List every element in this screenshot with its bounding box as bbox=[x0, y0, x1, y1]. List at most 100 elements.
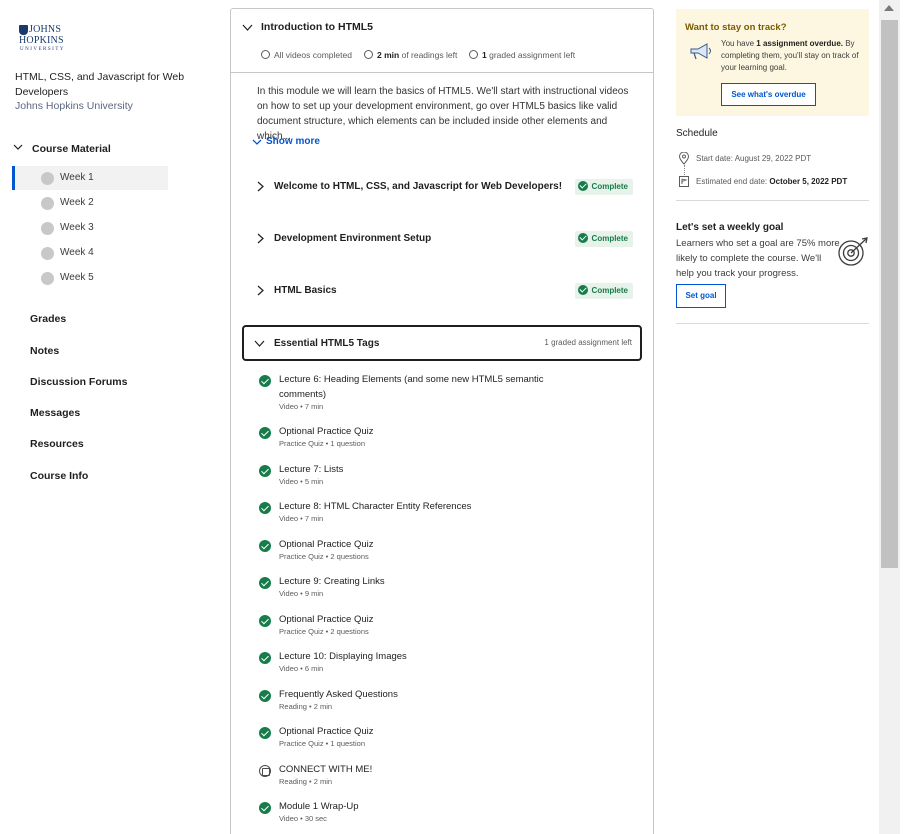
sidebar-item-discussion-forums[interactable]: Discussion Forums bbox=[30, 376, 127, 388]
sidebar-item-resources[interactable]: Resources bbox=[30, 438, 84, 450]
sidebar-item-week-1[interactable]: Week 1 bbox=[12, 166, 168, 190]
lesson-essential-html5-tags[interactable]: Essential HTML5 Tags 1 graded assignment… bbox=[242, 325, 642, 361]
track-text-pre: You have bbox=[721, 39, 757, 48]
item-meta: Video • 5 min bbox=[279, 477, 324, 486]
status-label: Complete bbox=[591, 234, 628, 243]
check-circle-icon bbox=[259, 427, 271, 439]
set-goal-button[interactable]: Set goal bbox=[676, 284, 726, 308]
reading-icon bbox=[259, 765, 271, 777]
week-label: Week 4 bbox=[60, 247, 94, 258]
university-logo[interactable]: JOHNS HOPKINS UNIVERSITY bbox=[19, 24, 64, 54]
scrollbar-thumb[interactable] bbox=[881, 20, 898, 568]
week-progress-icon bbox=[41, 222, 54, 235]
item-meta: Video • 7 min bbox=[279, 402, 324, 411]
item-meta: Video • 9 min bbox=[279, 589, 324, 598]
check-circle-icon bbox=[577, 181, 588, 191]
readings-status: 2 min of readings left bbox=[364, 50, 457, 60]
item-meta: Video • 7 min bbox=[279, 514, 324, 523]
chevron-down-icon bbox=[252, 139, 262, 145]
check-circle-icon bbox=[259, 652, 271, 664]
week-label: Week 5 bbox=[60, 272, 94, 283]
videos-status: All videos completed bbox=[261, 50, 352, 60]
lesson-welcome[interactable]: Welcome to HTML, CSS, and Javascript for… bbox=[243, 170, 643, 204]
sidebar-item-course-info[interactable]: Course Info bbox=[30, 470, 88, 482]
sidebar-item-week-5[interactable]: Week 5 bbox=[12, 266, 168, 290]
start-date: Start date: August 29, 2022 PDT bbox=[696, 154, 812, 163]
week-label: Week 1 bbox=[60, 172, 94, 183]
show-more-label: Show more bbox=[266, 136, 320, 147]
divider bbox=[676, 323, 869, 324]
item-title: Optional Practice Quiz bbox=[279, 614, 374, 625]
item-title: CONNECT WITH ME! bbox=[279, 764, 373, 775]
shield-icon bbox=[19, 25, 28, 35]
track-message: You have 1 assignment overdue. By comple… bbox=[721, 38, 863, 74]
divider bbox=[676, 200, 869, 201]
item-meta: Video • 6 min bbox=[279, 664, 324, 673]
lesson-title: Essential HTML5 Tags bbox=[274, 338, 380, 349]
check-circle-icon bbox=[259, 465, 271, 477]
check-circle-icon bbox=[259, 615, 271, 627]
scroll-up-arrow-icon[interactable] bbox=[884, 5, 894, 11]
lesson-title: Development Environment Setup bbox=[274, 233, 432, 244]
target-icon bbox=[838, 237, 868, 266]
flag-icon bbox=[679, 176, 689, 187]
graded-status-text: graded assignment left bbox=[486, 50, 576, 60]
play-icon bbox=[261, 50, 270, 59]
lesson-title: HTML Basics bbox=[274, 285, 337, 296]
item-title: Lecture 8: HTML Character Entity Referen… bbox=[279, 501, 472, 512]
chevron-down-icon bbox=[13, 144, 23, 150]
course-title: HTML, CSS, and Javascript for Web Develo… bbox=[15, 71, 185, 98]
item-title: Optional Practice Quiz bbox=[279, 539, 374, 550]
sidebar-item-messages[interactable]: Messages bbox=[30, 407, 80, 419]
course-sidebar: JOHNS HOPKINS UNIVERSITY HTML, CSS, and … bbox=[0, 0, 200, 834]
course-material-toggle[interactable]: Course Material bbox=[12, 142, 182, 156]
schedule-end: Estimated end date: October 5, 2022 PDT bbox=[676, 175, 869, 189]
status-badge: Complete bbox=[574, 231, 633, 247]
item-title: Lecture 6: Heading Elements (and some ne… bbox=[279, 374, 544, 400]
module-header[interactable]: Introduction to HTML5 All videos complet… bbox=[231, 9, 653, 73]
see-overdue-button[interactable]: See what's overdue bbox=[721, 83, 816, 106]
lesson-html-basics[interactable]: HTML Basics Complete bbox=[243, 274, 643, 308]
item-meta: Practice Quiz • 1 question bbox=[279, 739, 366, 748]
sidebar-item-week-2[interactable]: Week 2 bbox=[12, 191, 168, 215]
sidebar-item-notes[interactable]: Notes bbox=[30, 345, 59, 357]
module-card: Introduction to HTML5 All videos complet… bbox=[230, 8, 654, 834]
chevron-right-icon bbox=[257, 233, 264, 244]
module-title: Introduction to HTML5 bbox=[261, 21, 373, 33]
schedule-start: Start date: August 29, 2022 PDT bbox=[676, 152, 869, 166]
week-progress-icon bbox=[41, 247, 54, 260]
check-circle-icon bbox=[259, 502, 271, 514]
check-circle-icon bbox=[259, 375, 271, 387]
lesson-title: Welcome to HTML, CSS, and Javascript for… bbox=[274, 181, 563, 192]
status-badge: Complete bbox=[574, 179, 633, 195]
overdue-count: 1 assignment overdue. bbox=[756, 39, 843, 48]
show-more-link[interactable]: Show more bbox=[252, 136, 320, 147]
check-circle-icon bbox=[259, 727, 271, 739]
chevron-right-icon bbox=[257, 285, 264, 296]
sidebar-item-week-3[interactable]: Week 3 bbox=[12, 216, 168, 240]
readings-status-text: of readings left bbox=[399, 50, 458, 60]
videos-status-text: All videos completed bbox=[274, 50, 352, 60]
chevron-down-icon bbox=[254, 340, 265, 347]
course-material-label: Course Material bbox=[32, 143, 111, 155]
check-circle-icon bbox=[259, 690, 271, 702]
week-label: Week 2 bbox=[60, 197, 94, 208]
module-description: In this module we will learn the basics … bbox=[257, 86, 629, 142]
chevron-right-icon bbox=[257, 181, 264, 192]
sidebar-item-week-4[interactable]: Week 4 bbox=[12, 241, 168, 265]
item-title: Lecture 10: Displaying Images bbox=[279, 651, 407, 662]
week-progress-icon bbox=[41, 197, 54, 210]
week-progress-icon bbox=[41, 272, 54, 285]
sidebar-item-grades[interactable]: Grades bbox=[30, 313, 66, 325]
status-label: Complete bbox=[591, 182, 628, 191]
item-meta: Reading • 2 min bbox=[279, 777, 333, 786]
goal-title: Let's set a weekly goal bbox=[676, 222, 784, 233]
lesson-dev-environment[interactable]: Development Environment Setup Complete bbox=[243, 222, 643, 256]
readings-time: 2 min bbox=[377, 50, 400, 60]
item-meta: Video • 30 sec bbox=[279, 814, 327, 823]
item-title: Module 1 Wrap-Up bbox=[279, 801, 359, 812]
megaphone-icon bbox=[690, 43, 711, 60]
status-badge: Complete bbox=[574, 283, 633, 299]
item-title: Frequently Asked Questions bbox=[279, 689, 398, 700]
item-meta: Practice Quiz • 2 questions bbox=[279, 552, 369, 561]
